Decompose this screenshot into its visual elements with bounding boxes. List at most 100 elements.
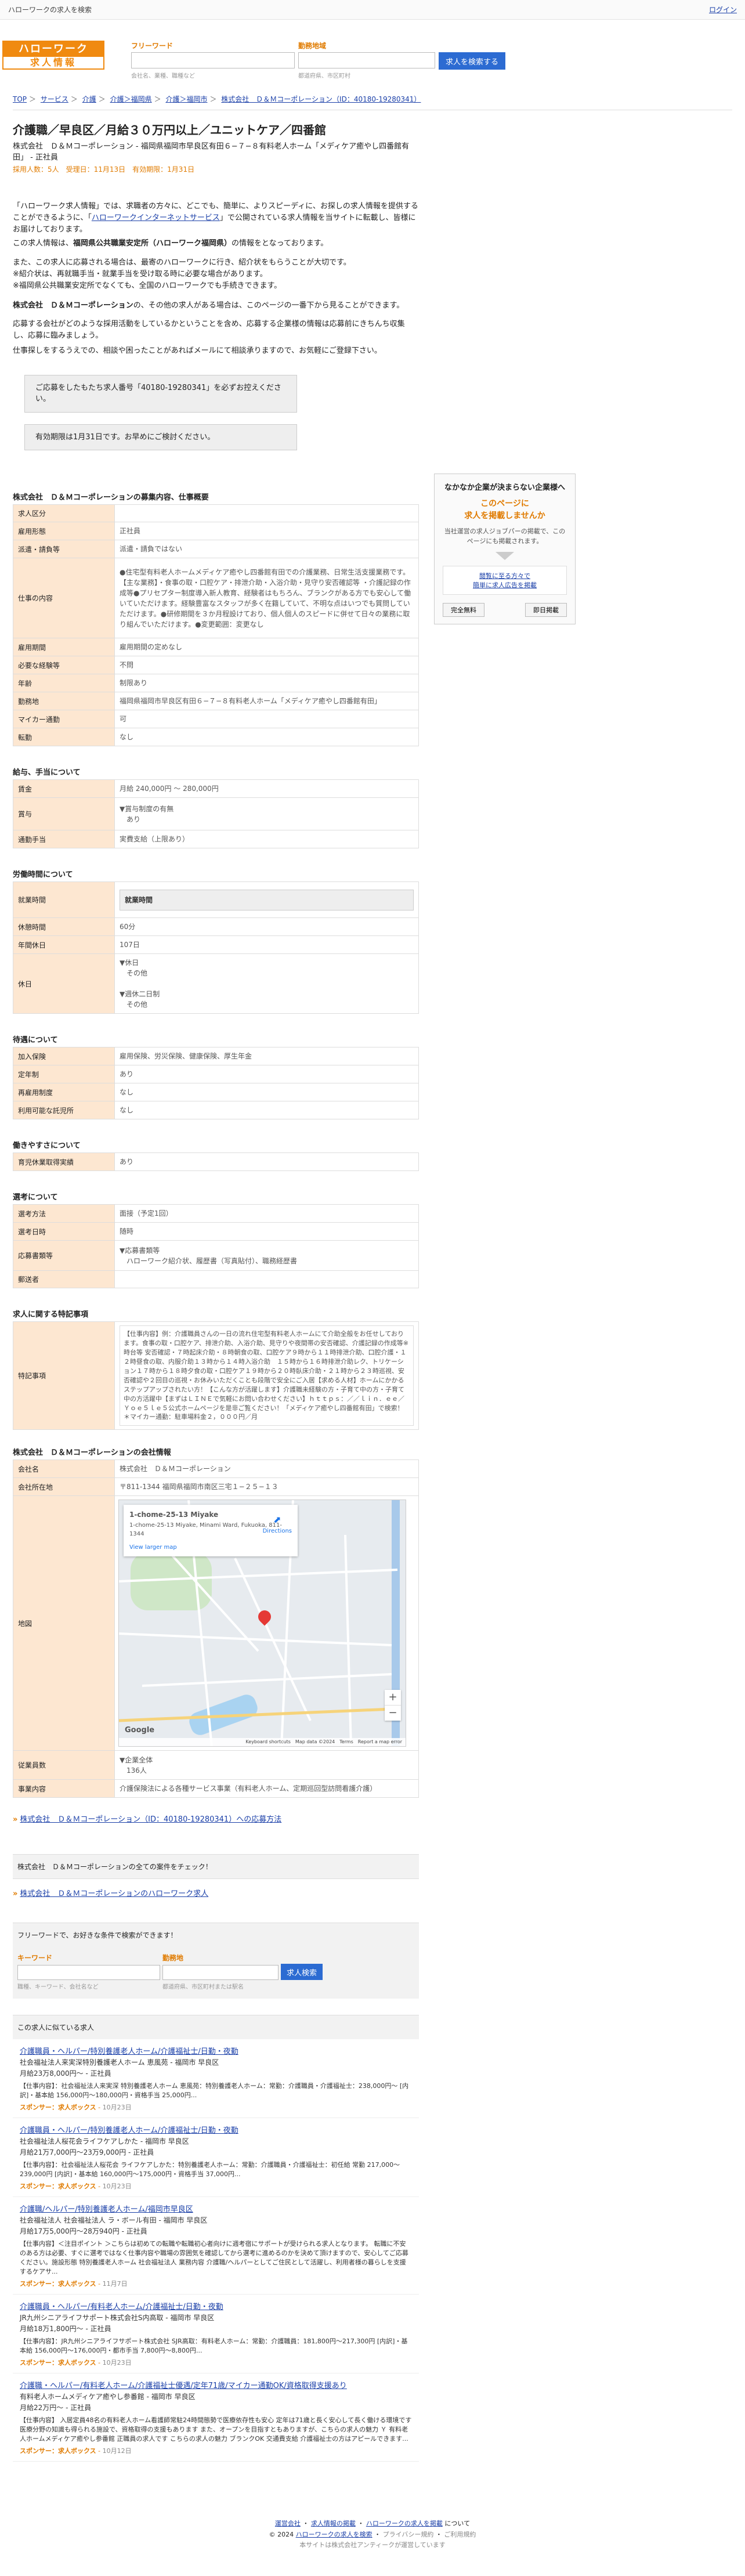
intro-p6-bold: 株式会社 Ｄ＆Ｍコーポレーション — [13, 301, 133, 310]
zoom-out-icon[interactable]: − — [385, 1705, 401, 1721]
zoom-in-icon[interactable]: + — [385, 1690, 401, 1705]
rec-title-link[interactable]: 介護職員・ヘルパー/特別養護老人ホーム/介護福祉士/日勤・夜勤 — [20, 2045, 412, 2056]
row-label: 地図 — [13, 1495, 115, 1751]
section-title: 労働時間について — [13, 870, 73, 880]
rec-title-link[interactable]: 介護職員・ヘルパー/有料老人ホーム/介護福祉士/日勤・夜勤 — [20, 2300, 412, 2311]
footer-post-link[interactable]: 求人情報の掲載 — [311, 2520, 356, 2527]
fs-area-label: 勤務地 — [162, 1954, 184, 1963]
section-title: 求人に関する特記事項 — [13, 1310, 89, 1320]
site-title: ハローワークの求人を検索 — [8, 6, 92, 14]
login-link[interactable]: ログイン — [709, 5, 737, 15]
map-directions-link[interactable]: ⬈ Directions — [263, 1513, 292, 1536]
row-label: 利用可能な託児所 — [13, 1101, 115, 1120]
rec-company: 社会福祉法人桜花会ライフケアしかた - 福岡市 早良区 — [20, 2137, 189, 2146]
fs-keyword-input[interactable] — [17, 1965, 160, 1981]
header-area-group: 勤務地域 都道府県、市区町村 — [298, 41, 435, 80]
row-value — [114, 1270, 419, 1289]
row-label: 休日 — [13, 953, 115, 1014]
breadcrumb-item[interactable]: 介護 — [82, 95, 96, 103]
header-keyword-input[interactable] — [131, 52, 295, 68]
apply-method-link[interactable]: 株式会社 Ｄ＆Ｍコーポレーション（ID：40180-19280341）への応募方… — [20, 1815, 281, 1824]
employer-line: 株式会社 Ｄ＆Ｍコーポレーション - 福岡県福岡市早良区有田６−７−８有料老人ホ… — [13, 142, 410, 162]
header-search-button[interactable]: 求人を検索する — [439, 52, 506, 70]
intro-p2a: この求人情報は、 — [13, 239, 74, 248]
fs-keyword-label: キーワード — [17, 1954, 53, 1963]
site-logo[interactable]: ハローワーク 求人情報 — [2, 41, 104, 70]
list-item: 介護職員・ヘルパー/特別養護老人ホーム/介護福祉士/日勤・夜勤 社会福祉法人来実… — [13, 2039, 419, 2119]
section-title: 選考について — [13, 1193, 58, 1202]
list-item: 介護職員・ヘルパー/特別養護老人ホーム/介護福祉士/日勤・夜勤 社会福祉法人桜花… — [13, 2118, 419, 2198]
free-button[interactable]: 完全無料 — [443, 603, 484, 617]
row-value: あり — [114, 1065, 419, 1084]
logo-line1: ハローワーク — [3, 42, 103, 57]
apply-method-link-row: » 株式会社 Ｄ＆Ｍコーポレーション（ID：40180-19280341）への応募… — [13, 1813, 419, 1824]
rec-title-link[interactable]: 介護職員・ヘルパー/特別養護老人ホーム/介護福祉士/日勤・夜勤 — [20, 2124, 412, 2135]
salary-section: 給与、手当について 賃金 月給 240,000円 〜 280,000円 賞与 ▼賞与… — [13, 766, 419, 849]
footer: 運営会社 ・ 求人情報の掲載 ・ ハローワークの求人を掲載 について © 202… — [0, 2519, 745, 2551]
row-label: 郵送者 — [13, 1270, 115, 1289]
row-value — [114, 504, 419, 523]
ease-table: 育児休業取得実績 あり — [13, 1152, 419, 1172]
breadcrumb-item[interactable]: 介護＞福岡県 — [110, 95, 152, 103]
footer-line2: © 2024 ハローワークの求人を検索 ・ プライバシー規約 ・ ご利用規約 — [269, 2530, 476, 2538]
fs-search-button[interactable]: 求人検索 — [281, 1964, 323, 1981]
row-value: ▼休日 その他 ▼週休二日制 その他 — [114, 953, 419, 1014]
job-title: 介護職／早良区／月給３０万円以上／ユニットケア／四番館 — [13, 123, 326, 137]
row-value: 可 — [114, 710, 419, 729]
intro-p5: ※福岡県公共職業安定所でなくても、全国のハローワークでも手続きできます。 — [13, 281, 282, 290]
deadline-notice: 有効期限は1月31日です。お早めにご検討ください。 — [24, 424, 297, 451]
company-table: 会社名 株式会社 Ｄ＆Ｍコーポレーション 会社所在地 〒811-1344 福岡県福岡… — [13, 1459, 419, 1798]
rec-title-link[interactable]: 介護職・ヘルパー/有料老人ホーム/介護福祉士優遇/定年71歳/マイカー通勤OK/… — [20, 2379, 412, 2390]
hw-jobs-link[interactable]: 株式会社 Ｄ＆Ｍコーポレーションのハローワーク求人 — [20, 1889, 208, 1898]
row-label: 加入保険 — [13, 1047, 115, 1066]
row-label: 育児休業取得実績 — [13, 1152, 115, 1172]
recommend-list: 介護職員・ヘルパー/特別養護老人ホーム/介護福祉士/日勤・夜勤 社会福祉法人来実… — [13, 2039, 419, 2462]
rec-company: 有料老人ホームメディケア癒やし参番館 - 福岡市 早良区 — [20, 2392, 196, 2401]
rec-date: 10月23日 — [102, 2358, 132, 2367]
rec-desc: 【仕事内容】：社会福祉法人来実深 特別養護老人ホーム 恵風苑：特別養護老人ホーム… — [20, 2082, 409, 2100]
row-label: 年間休日 — [13, 935, 115, 955]
fs-area-input[interactable] — [162, 1965, 279, 1981]
header-area-input[interactable] — [298, 52, 435, 68]
same-day-button[interactable]: 即日掲載 — [525, 603, 567, 617]
list-item: 介護職員・ヘルパー/有料老人ホーム/介護福祉士/日勤・夜勤 JR九州シニアライフ… — [13, 2295, 419, 2373]
fs-area-hint: 都道府県、市区町村または駅名 — [162, 1984, 244, 1991]
row-value: 不問 — [114, 656, 419, 675]
header-area-hint: 都道府県、市区町村 — [298, 73, 350, 80]
breadcrumb-item[interactable]: 介護＞福岡市 — [165, 95, 207, 103]
breadcrumb-item[interactable]: TOP — [13, 95, 27, 103]
row-label: 仕事の内容 — [13, 558, 115, 639]
advertise-box: なかなか企業が決まらない企業様へ このページに 求人を掲載しませんか 当社運営の… — [434, 474, 576, 624]
row-value: 介護保険法による各種サービス事業（有料老人ホーム、定期巡回型訪問看護介護） — [114, 1779, 419, 1798]
map-footer: Keyboard shortcuts Map data ©2024 Terms … — [119, 1738, 406, 1747]
footer-company-link[interactable]: 運営会社 — [275, 2520, 301, 2527]
footer-privacy[interactable]: プライバシー規約 — [383, 2531, 434, 2538]
google-logo: Google — [125, 1725, 155, 1735]
row-value: 随時 — [114, 1222, 419, 1241]
footer-home-link[interactable]: ハローワークの求人を検索 — [296, 2531, 372, 2538]
hw-jobs-link-row: » 株式会社 Ｄ＆Ｍコーポレーションのハローワーク求人 — [13, 1887, 419, 1898]
top-bar: ハローワークの求人を検索 ログイン — [0, 0, 745, 20]
sidebar-buttons: 完全無料 即日掲載 — [443, 603, 567, 617]
header-area-label: 勤務地域 — [298, 42, 327, 50]
benefits-table: 加入保険 雇用保険、労災保険、健康保険、厚生年金 定年制 あり 再雇用制度 なし 利用… — [13, 1047, 419, 1120]
hellowork-internet-link[interactable]: ハローワークインターネットサービス — [92, 214, 220, 222]
breadcrumb-item[interactable]: サービス — [41, 95, 68, 103]
rec-sponsor: スポンサー：求人ボックス - 10月23日 — [20, 2183, 132, 2191]
rec-desc: 【仕事内容】：JR九州シニアライフサポート株式会社 SJR高取：有料老人ホーム：… — [20, 2337, 408, 2354]
rec-title-link[interactable]: 介護職/ヘルパー/特別養護老人ホーム/福岡市早良区 — [20, 2203, 412, 2214]
rec-date: 11月7日 — [102, 2279, 128, 2288]
breadcrumb-item[interactable]: 株式会社 Ｄ＆Ｍコーポレーション（ID：40180-19280341） — [221, 95, 421, 103]
hours-section: 労働時間について 就業時間 就業時間 休憩時間 60分 年間休日 107日 休日 ▼休日… — [13, 868, 419, 1014]
section-title: 働きやすさについて — [13, 1141, 81, 1151]
intro-text: 「ハローワーク求人情報」では、求職者の方々に、どこでも、簡単に、よりスピーディに… — [13, 201, 419, 357]
sidebar-post-link[interactable]: 閲覧に至る方々で 簡単に求人広告を掲載 — [443, 566, 567, 595]
section-title: 給与、手当について — [13, 768, 81, 778]
row-label: 選考日時 — [13, 1222, 115, 1241]
google-map[interactable]: 1-chome-25-13 Miyake 1-chome-25-13 Miyak… — [118, 1500, 406, 1747]
footer-hw-post-link[interactable]: ハローワークの求人を掲載 — [366, 2520, 443, 2527]
view-larger-map-link[interactable]: View larger map — [129, 1543, 292, 1552]
row-value: ▼企業全体 136人 — [114, 1750, 419, 1780]
rec-sponsor-label: スポンサー：求人ボックス — [20, 2183, 96, 2191]
footer-terms[interactable]: ご利用規約 — [444, 2531, 476, 2538]
